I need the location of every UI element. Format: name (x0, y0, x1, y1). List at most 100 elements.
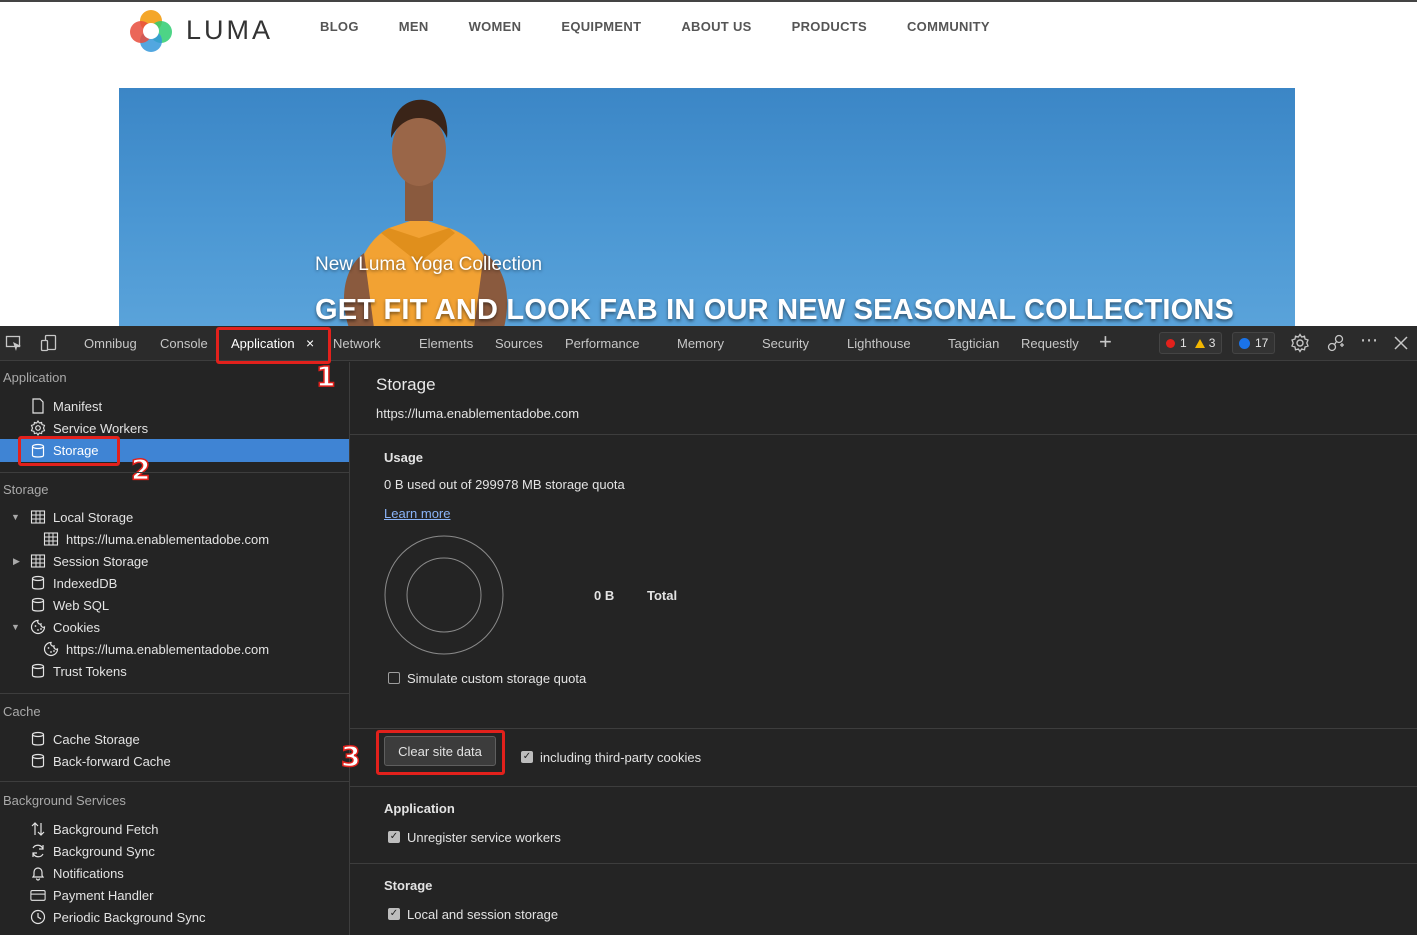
inspect-element-icon[interactable] (5, 334, 23, 355)
simulate-quota-checkbox[interactable] (388, 672, 400, 684)
tab-security[interactable]: Security (762, 336, 809, 351)
sidebar-item-label: IndexedDB (53, 575, 118, 591)
sidebar-item-manifest[interactable]: Manifest (0, 395, 349, 417)
tab-lighthouse[interactable]: Lighthouse (847, 336, 911, 351)
error-count: 1 (1180, 336, 1187, 350)
nav-community[interactable]: COMMUNITY (907, 19, 990, 34)
hero-banner[interactable]: New Luma Yoga Collection GET FIT AND LOO… (119, 88, 1295, 328)
nav-men[interactable]: MEN (399, 19, 429, 34)
sidebar-divider (0, 472, 349, 473)
database-icon (30, 575, 46, 591)
sidebar-item-label: Payment Handler (53, 887, 154, 903)
remote-devices-icon[interactable] (1326, 333, 1346, 356)
collapse-triangle-icon[interactable]: ▶ (13, 556, 20, 567)
sidebar-item-background-sync[interactable]: Background Sync (0, 840, 349, 862)
nav-products[interactable]: PRODUCTS (792, 19, 867, 34)
sidebar-item-indexeddb[interactable]: IndexedDB (0, 572, 349, 594)
total-value: 0 B (594, 588, 615, 603)
database-icon (30, 731, 46, 747)
tab-console[interactable]: Console (160, 336, 208, 351)
tab-sources[interactable]: Sources (495, 336, 543, 351)
tab-requestly[interactable]: Requestly (1021, 336, 1079, 351)
website-viewport: LUMA BLOG MEN WOMEN EQUIPMENT ABOUT US P… (0, 0, 1417, 328)
message-icon (1239, 337, 1250, 349)
message-count: 17 (1255, 336, 1269, 350)
sidebar-item-payment-handler[interactable]: Payment Handler (0, 884, 349, 906)
sidebar-item-label: https://luma.enablementadobe.com (66, 531, 270, 547)
gear-icon (30, 420, 46, 436)
unregister-service-workers-checkbox[interactable]: ✓ (388, 831, 400, 843)
sidebar-item-label: Web SQL (53, 597, 110, 613)
luma-logo[interactable]: LUMA (128, 7, 273, 53)
sidebar-item-label: Cookies (53, 619, 100, 635)
add-tab-icon[interactable]: + (1099, 329, 1112, 355)
learn-more-link[interactable]: Learn more (384, 506, 450, 521)
expand-triangle-icon[interactable]: ▼ (11, 512, 20, 522)
table-grid-icon (43, 531, 59, 547)
sidebar-section-cache: Cache (3, 704, 41, 719)
sidebar-item-label: Cache Storage (53, 731, 140, 747)
expand-triangle-icon[interactable]: ▼ (11, 622, 20, 632)
sidebar-section-storage: Storage (3, 482, 49, 497)
tab-network[interactable]: Network (333, 336, 381, 351)
sidebar-item-background-fetch[interactable]: Background Fetch (0, 818, 349, 840)
total-label: Total (647, 588, 678, 603)
sidebar-item-trust-tokens[interactable]: Trust Tokens (0, 660, 349, 682)
tab-omnibug[interactable]: Omnibug (84, 336, 137, 351)
simulate-quota-label: Simulate custom storage quota (407, 671, 587, 686)
tab-performance[interactable]: Performance (565, 336, 639, 351)
credit-card-icon (30, 887, 46, 903)
sidebar-item-web-sql[interactable]: Web SQL (0, 594, 349, 616)
local-session-storage-checkbox[interactable]: ✓ (388, 908, 400, 920)
usage-pie-chart (384, 535, 504, 655)
tab-elements[interactable]: Elements (419, 336, 473, 351)
sidebar-item-label: Session Storage (53, 553, 149, 569)
warning-icon (1194, 338, 1205, 348)
sidebar-item-label: Back-forward Cache (53, 753, 171, 769)
nav-equipment[interactable]: EQUIPMENT (561, 19, 641, 34)
tab-memory[interactable]: Memory (677, 336, 724, 351)
sidebar-section-background-services: Background Services (3, 793, 126, 808)
clock-icon (30, 909, 46, 925)
unregister-service-workers-label: Unregister service workers (407, 830, 561, 845)
application-heading: Application (384, 801, 455, 816)
sidebar-item-local-storage-origin[interactable]: https://luma.enablementadobe.com (0, 528, 349, 550)
messages-badge[interactable]: 17 (1232, 332, 1276, 354)
local-session-storage-label: Local and session storage (407, 907, 559, 922)
sync-icon (30, 843, 46, 859)
sidebar-item-cache-storage[interactable]: Cache Storage (0, 728, 349, 750)
section-divider (350, 786, 1417, 787)
devtools-panel: Omnibug Console Application × Network El… (0, 326, 1417, 935)
annotation-box-application-tab (216, 327, 331, 364)
sidebar-item-cookies[interactable]: ▼ Cookies (0, 616, 349, 638)
device-toolbar-icon[interactable] (40, 334, 58, 355)
tab-tagtician[interactable]: Tagtician (948, 336, 999, 351)
settings-gear-icon[interactable] (1290, 333, 1310, 356)
up-down-arrows-icon (30, 821, 46, 837)
cookie-icon (43, 641, 59, 657)
sidebar-item-back-forward-cache[interactable]: Back-forward Cache (0, 750, 349, 772)
nav-about-us[interactable]: ABOUT US (681, 19, 751, 34)
sidebar-item-periodic-background-sync[interactable]: Periodic Background Sync (0, 906, 349, 928)
luma-logo-icon (128, 7, 174, 53)
table-grid-icon (30, 509, 46, 525)
section-divider (350, 728, 1417, 729)
usage-heading: Usage (384, 450, 424, 465)
database-icon (30, 663, 46, 679)
section-divider (350, 863, 1417, 864)
site-nav: BLOG MEN WOMEN EQUIPMENT ABOUT US PRODUC… (320, 19, 1030, 34)
page-title: Storage (376, 375, 436, 394)
more-options-icon[interactable]: ⋯ (1360, 330, 1379, 351)
sidebar-item-local-storage[interactable]: ▼ Local Storage (0, 506, 349, 528)
sidebar-item-label: Periodic Background Sync (53, 909, 206, 925)
sidebar-item-session-storage[interactable]: ▶ Session Storage (0, 550, 349, 572)
sidebar-item-label: Local Storage (53, 509, 134, 525)
third-party-cookies-checkbox[interactable]: ✓ (521, 751, 533, 763)
close-devtools-icon[interactable] (1393, 335, 1409, 354)
nav-blog[interactable]: BLOG (320, 19, 359, 34)
nav-women[interactable]: WOMEN (469, 19, 522, 34)
sidebar-item-cookies-origin[interactable]: https://luma.enablementadobe.com (0, 638, 349, 660)
sidebar-item-notifications[interactable]: Notifications (0, 862, 349, 884)
sidebar-item-label: Notifications (53, 865, 124, 881)
error-warning-badge[interactable]: 1 3 (1159, 332, 1223, 354)
